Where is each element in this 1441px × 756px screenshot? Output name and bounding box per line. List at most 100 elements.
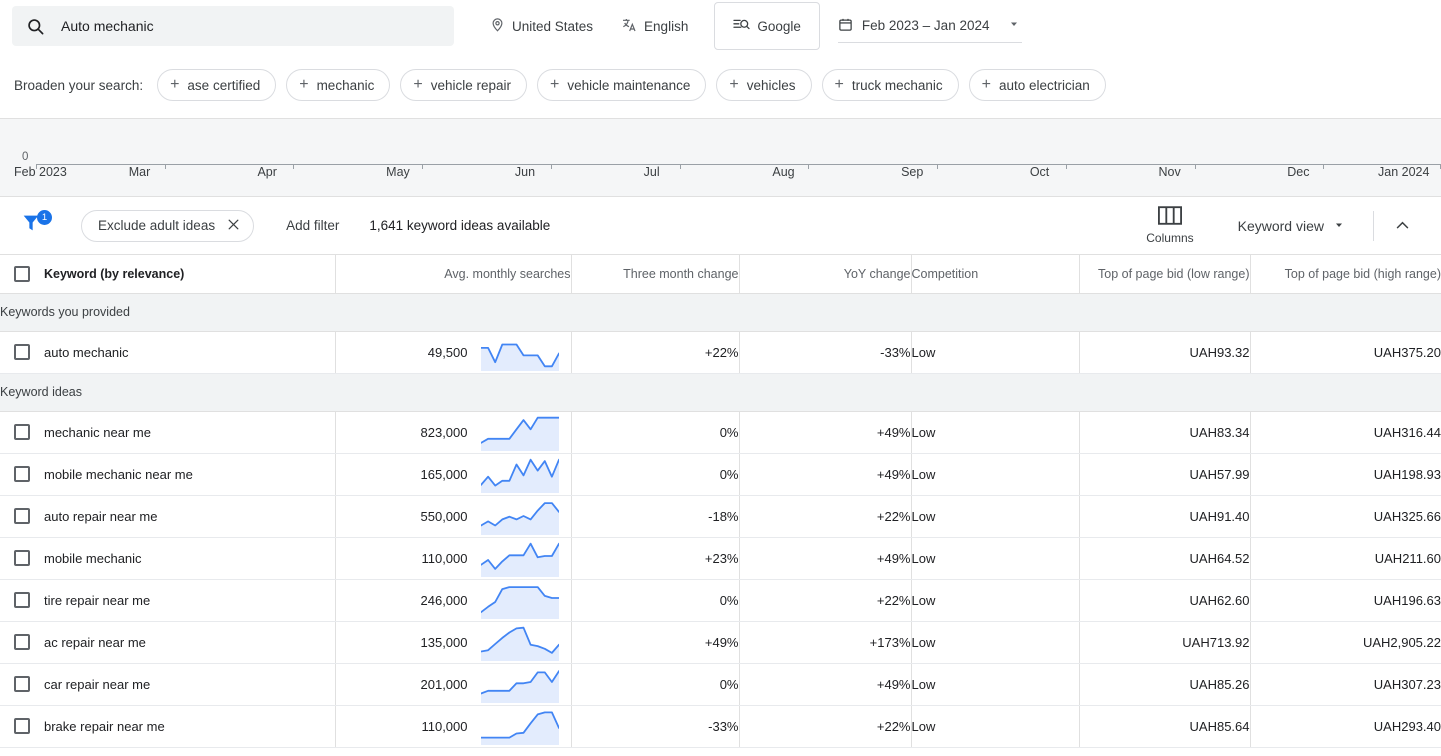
filter-chip-exclude-adult-ideas[interactable]: Exclude adult ideas [81,209,255,242]
plus-icon: + [299,76,309,93]
cell-keyword[interactable]: auto repair near me [44,495,335,538]
cell-bid-low: UAH57.99 [1078,453,1250,496]
broaden-chip-vehicles[interactable]: + vehicles [716,69,812,101]
location-label: United States [512,18,594,34]
row-select-cell [0,453,44,496]
filter-button[interactable]: 1 [20,210,64,239]
cell-three-month-change: 0% [570,453,739,496]
plus-icon: + [413,76,423,93]
table-row[interactable]: auto mechanic 49,500 +22% -33% Low UAH93.32 UA… [0,331,1441,374]
cell-bid-high: UAH307.23 [1249,663,1441,706]
chart-axis-tick [679,164,681,169]
search-input[interactable] [61,18,440,34]
location-selector[interactable]: United States [476,8,607,44]
sparkline-chart [480,343,559,371]
cell-yoy-change: +49% [738,453,911,496]
chevron-down-icon[interactable] [1008,18,1020,33]
cell-three-month-change: +49% [570,621,739,664]
broaden-chip-auto-electrician[interactable]: + auto electrician [968,69,1106,101]
columns-button[interactable]: Columns [1132,206,1207,245]
cell-competition: Low [910,495,1079,538]
row-checkbox[interactable] [14,344,30,361]
column-header-bid-low[interactable]: Top of page bid (low range) [1078,255,1250,294]
plus-icon: + [834,76,844,93]
search-box[interactable] [12,6,454,46]
cell-keyword[interactable]: tire repair near me [44,579,335,622]
row-checkbox[interactable] [14,508,30,525]
broaden-chip-mechanic[interactable]: + mechanic [286,69,391,101]
close-icon[interactable] [227,218,240,234]
cell-three-month-change: 0% [570,579,739,622]
cell-keyword[interactable]: mechanic near me [44,411,335,454]
cell-bid-low: UAH83.34 [1078,411,1250,454]
sparkline-chart [480,670,559,703]
cell-bid-high: UAH198.93 [1249,453,1441,496]
column-header-three-month-change[interactable]: Three month change [570,255,739,294]
table-row[interactable]: mechanic near me 823,000 0% +49% Low UAH83.34… [0,411,1441,454]
avg-monthly-searches-value: 135,000 [420,634,468,650]
date-range-selector[interactable]: Feb 2023 – Jan 2024 [837,9,1022,43]
table-row[interactable]: ac repair near me 135,000 +49% +173% Low UAH7… [0,621,1441,664]
language-selector[interactable]: English [607,8,702,44]
avg-monthly-searches-value: 110,000 [421,718,468,734]
row-checkbox[interactable] [14,424,30,441]
chart-month-label: Jul [643,165,660,179]
add-filter-button[interactable]: Add filter [286,218,339,233]
row-checkbox[interactable] [14,550,30,567]
chart-axis-tick [808,164,810,169]
collapse-panel-button[interactable] [1380,217,1425,234]
column-header-competition[interactable]: Competition [910,255,1079,294]
broaden-chip-truck-mechanic[interactable]: + truck mechanic [821,69,959,101]
chart-month-label: Aug [772,165,795,179]
column-header-keyword[interactable]: Keyword (by relevance) [44,255,335,294]
toolbar-right-group: Columns Keyword view [1132,197,1441,254]
broaden-chip-ase-certified[interactable]: + ase certified [157,69,277,101]
chart-month-label: Sep [901,165,924,179]
cell-keyword[interactable]: mobile mechanic near me [44,453,335,496]
row-checkbox[interactable] [14,634,30,651]
cell-yoy-change: -33% [738,331,911,374]
column-header-bid-high[interactable]: Top of page bid (high range) [1249,255,1441,294]
table-row[interactable]: auto repair near me 550,000 -18% +22% Low UAH… [0,495,1441,538]
table-group-header-row: Keyword ideas [0,373,1441,412]
keyword-ideas-count: 1,641 keyword ideas available [369,218,551,233]
chart-axis-tick [1323,164,1325,169]
table-row[interactable]: brake repair near me 110,000 -33% +22% Low UA… [0,705,1441,748]
chip-label: auto electrician [999,77,1090,93]
sparkline-chart [480,542,559,577]
table-row[interactable]: tire repair near me 246,000 0% +22% Low UAH62… [0,579,1441,622]
cell-three-month-change: +22% [570,331,739,374]
column-header-avg-monthly-searches[interactable]: Avg. monthly searches [334,255,571,294]
row-checkbox[interactable] [14,466,30,483]
date-range-label: Feb 2023 – Jan 2024 [861,18,990,33]
keyword-view-selector[interactable]: Keyword view [1224,218,1359,234]
plus-icon: + [170,76,180,93]
broaden-chip-vehicle-repair[interactable]: + vehicle repair [400,69,527,101]
cell-keyword[interactable]: auto mechanic [44,331,335,374]
cell-three-month-change: +23% [570,537,739,580]
chart-month-label: Feb 2023 [14,165,67,179]
table-row[interactable]: mobile mechanic 110,000 +23% +49% Low UAH64.5… [0,537,1441,580]
cell-competition: Low [910,331,1079,374]
cell-keyword[interactable]: mobile mechanic [44,537,335,580]
table-row[interactable]: car repair near me 201,000 0% +49% Low UAH85.… [0,663,1441,706]
row-checkbox[interactable] [14,718,30,735]
row-checkbox[interactable] [14,592,30,609]
select-all-checkbox[interactable] [14,265,30,282]
cell-keyword[interactable]: brake repair near me [44,705,335,748]
broaden-chip-vehicle-maintenance[interactable]: + vehicle maintenance [536,69,707,101]
chart-y-axis-tick-0: 0 [22,151,29,163]
chart-axis-tick [164,164,166,169]
broaden-label: Broaden your search: [14,77,144,93]
cell-yoy-change: +49% [738,663,911,706]
location-pin-icon [490,17,505,35]
cell-keyword[interactable]: car repair near me [44,663,335,706]
keyword-ideas-table: Keyword (by relevance) Avg. monthly sear… [0,255,1441,748]
network-selector[interactable]: Google [714,2,820,50]
table-row[interactable]: mobile mechanic near me 165,000 0% +49% Low U… [0,453,1441,496]
column-header-yoy-change[interactable]: YoY change [738,255,911,294]
cell-keyword[interactable]: ac repair near me [44,621,335,664]
chip-label: ase certified [187,77,261,93]
row-checkbox[interactable] [14,676,30,693]
filter-chip-label: Exclude adult ideas [98,218,216,233]
